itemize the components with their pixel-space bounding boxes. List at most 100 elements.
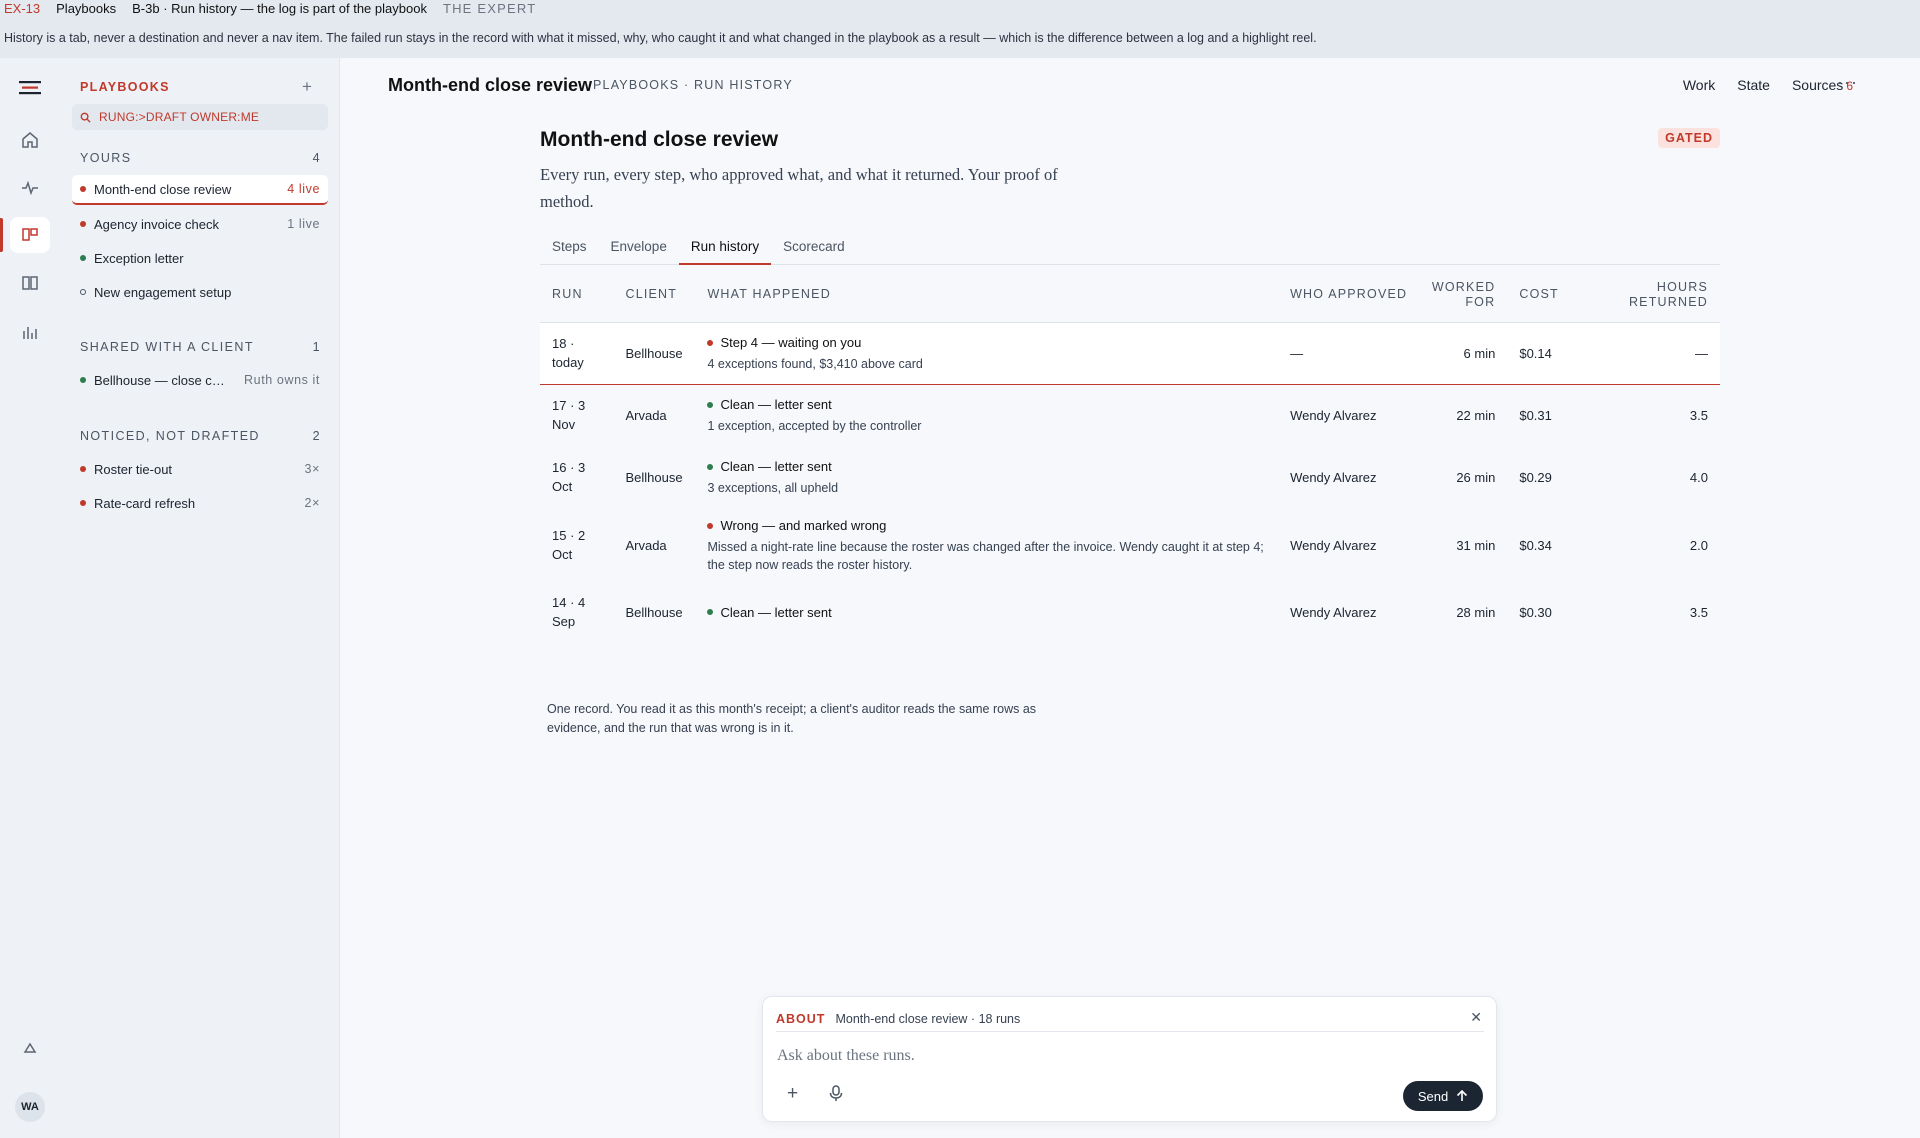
- run-status: Wrong — and marked wrong: [720, 518, 887, 533]
- table-row[interactable]: 18 · today Bellhouse Step 4 — waiting on y…: [540, 322, 1720, 385]
- run-cell: 17 · 3 Nov: [552, 398, 586, 433]
- sidebar-item-new-engagement[interactable]: New engagement setup: [72, 277, 328, 307]
- table-row[interactable]: 16 · 3 Oct Bellhouse Clean — letter sent 3 …: [540, 446, 1720, 508]
- sidebar-item-rate-card-refresh[interactable]: Rate-card refresh 2×: [72, 488, 328, 518]
- column-header-what[interactable]: WHAT HAPPENED: [695, 268, 1279, 323]
- playbooks-icon[interactable]: [10, 217, 50, 253]
- worked-for-cell: 28 min: [1456, 604, 1496, 620]
- status-badge: GATED: [1658, 128, 1720, 148]
- work-link[interactable]: Work: [1683, 77, 1715, 93]
- sidebar-item-month-end-close[interactable]: Month-end close review 4 live: [72, 175, 328, 205]
- run-detail: Missed a night-rate line because the ros…: [707, 540, 1264, 572]
- search-icon: [80, 112, 91, 123]
- approver-cell: —: [1278, 322, 1420, 385]
- table-row[interactable]: 15 · 2 Oct Arvada Wrong — and marked wrong…: [540, 508, 1720, 582]
- cost-cell: $0.31: [1519, 407, 1552, 423]
- send-button[interactable]: Send: [1403, 1081, 1483, 1111]
- tab-run-history[interactable]: Run history: [678, 234, 772, 265]
- cost-cell: $0.29: [1519, 469, 1552, 485]
- column-header-run[interactable]: RUN: [540, 268, 614, 323]
- main-area: Month-end close review PLAYBOOKS · RUN H…: [340, 58, 1920, 1138]
- playbook-subtitle: Every run, every step, who approved what…: [540, 165, 1058, 211]
- run-cell: 15 · 2 Oct: [552, 528, 586, 562]
- hours-returned-cell: —: [1590, 322, 1720, 385]
- status-dot: [80, 466, 86, 472]
- sidebar-item-roster-tie-out[interactable]: Roster tie-out 3×: [72, 454, 328, 484]
- sidebar-item-agency-invoice[interactable]: Agency invoice check 1 live: [72, 209, 328, 239]
- status-dot: [80, 186, 86, 192]
- sidebar-search-input[interactable]: RUNG:>DRAFT OWNER:ME: [72, 104, 328, 130]
- ask-input[interactable]: Ask about these runs.: [777, 1047, 915, 1065]
- what-happened-cell: Clean — letter sent 3 exceptions, all uph…: [695, 446, 1278, 508]
- tab-scorecard[interactable]: Scorecard: [771, 234, 857, 265]
- run-status: Step 4 — waiting on you: [720, 335, 862, 350]
- pulse-icon[interactable]: [10, 170, 50, 206]
- run-detail: 1 exception, accepted by the controller: [707, 419, 922, 434]
- table-footnote: One record. You read it as this month's …: [547, 702, 1037, 735]
- context-banner: EX-13 Playbooks B-3b · Run history — the…: [0, 0, 1920, 58]
- worked-for-cell: 26 min: [1456, 469, 1496, 485]
- sidebar-item-bellhouse-checklist[interactable]: Bellhouse — close checklist Ruth owns it: [72, 365, 328, 395]
- add-playbook-button[interactable]: +: [302, 77, 312, 97]
- page-title: Month-end close review: [388, 75, 593, 95]
- hours-returned-cell: 3.5: [1689, 604, 1708, 620]
- tab-envelope[interactable]: Envelope: [599, 234, 679, 265]
- icon-rail: WA: [0, 58, 60, 1138]
- banner-page: B-3b · Run history — the log is part of …: [132, 0, 427, 16]
- banner-section: Playbooks: [56, 0, 117, 16]
- chart-icon[interactable]: [10, 314, 50, 350]
- collapse-icon[interactable]: [10, 1030, 50, 1066]
- avatar[interactable]: WA: [15, 1092, 45, 1122]
- column-header-hours[interactable]: HOURS RETURNED: [1590, 268, 1720, 323]
- status-dot: [80, 500, 86, 506]
- banner-note: History is a tab, never a destination an…: [4, 31, 1317, 45]
- approver-cell: Wendy Alvarez: [1290, 469, 1377, 485]
- tab-steps[interactable]: Steps: [540, 234, 599, 265]
- run-detail: 3 exceptions, all upheld: [707, 481, 839, 495]
- ask-composer: ABOUT Month-end close review · 18 runs ✕…: [762, 996, 1497, 1122]
- attach-plus-icon[interactable]: +: [787, 1083, 798, 1105]
- column-header-worked[interactable]: WORKED FOR: [1419, 268, 1508, 323]
- run-status: Clean — letter sent: [720, 397, 832, 413]
- state-link[interactable]: State: [1737, 77, 1770, 93]
- worked-for-cell: 6 min: [1419, 322, 1508, 385]
- status-dot: [707, 339, 714, 346]
- cost-cell: $0.14: [1507, 322, 1591, 385]
- status-dot: [80, 289, 86, 295]
- what-happened-cell: Clean — letter sent 1 exception, accepted…: [695, 384, 1278, 446]
- close-icon[interactable]: ✕: [1470, 1009, 1482, 1026]
- run-status: Clean — letter sent: [720, 604, 832, 620]
- arrow-up-icon: [1457, 1090, 1468, 1101]
- table-row[interactable]: 14 · 4 Sep Bellhouse Clean — letter sent We…: [540, 582, 1720, 642]
- group-header-yours: YOURS 4: [80, 151, 321, 165]
- microphone-icon[interactable]: [829, 1085, 843, 1107]
- composer-about-label: ABOUT: [776, 1012, 826, 1026]
- what-happened-cell: Wrong — and marked wrong Missed a night-r…: [695, 508, 1278, 582]
- column-header-who[interactable]: WHO APPROVED: [1278, 268, 1420, 323]
- approver-cell: Wendy Alvarez: [1290, 407, 1377, 423]
- status-dot: [80, 221, 86, 227]
- book-icon[interactable]: [10, 265, 50, 301]
- search-query: RUNG:>DRAFT OWNER:ME: [99, 110, 260, 124]
- what-happened-cell: Step 4 — waiting on you 4 exceptions foun…: [695, 322, 1279, 385]
- status-dot: [707, 522, 714, 529]
- column-header-client[interactable]: CLIENT: [613, 268, 696, 323]
- status-dot: [80, 255, 86, 261]
- group-header-noticed: NOTICED, NOT DRAFTED 2: [80, 429, 321, 443]
- exhibit-code: EX-13: [4, 0, 41, 16]
- rail-active-indicator: [0, 218, 3, 252]
- more-options-icon[interactable]: ···: [1837, 72, 1858, 93]
- table-row[interactable]: 17 · 3 Nov Arvada Clean — letter sent 1 exc…: [540, 384, 1720, 446]
- worked-for-cell: 31 min: [1456, 537, 1496, 553]
- playbook-title: Month-end close review: [540, 128, 779, 151]
- composer-context: ABOUT Month-end close review · 18 runs: [776, 1007, 1484, 1032]
- run-history-table: RUN CLIENT WHAT HAPPENED WHO APPROVED WO…: [540, 268, 1720, 642]
- column-header-cost[interactable]: COST: [1507, 268, 1591, 323]
- hours-returned-cell: 3.5: [1689, 407, 1708, 423]
- status-dot: [707, 463, 714, 470]
- home-icon[interactable]: [10, 122, 50, 158]
- sidebar-item-exception-letter[interactable]: Exception letter: [72, 243, 328, 273]
- worked-for-cell: 22 min: [1456, 407, 1496, 423]
- approver-cell: Wendy Alvarez: [1290, 604, 1377, 620]
- logo-icon[interactable]: [10, 70, 50, 106]
